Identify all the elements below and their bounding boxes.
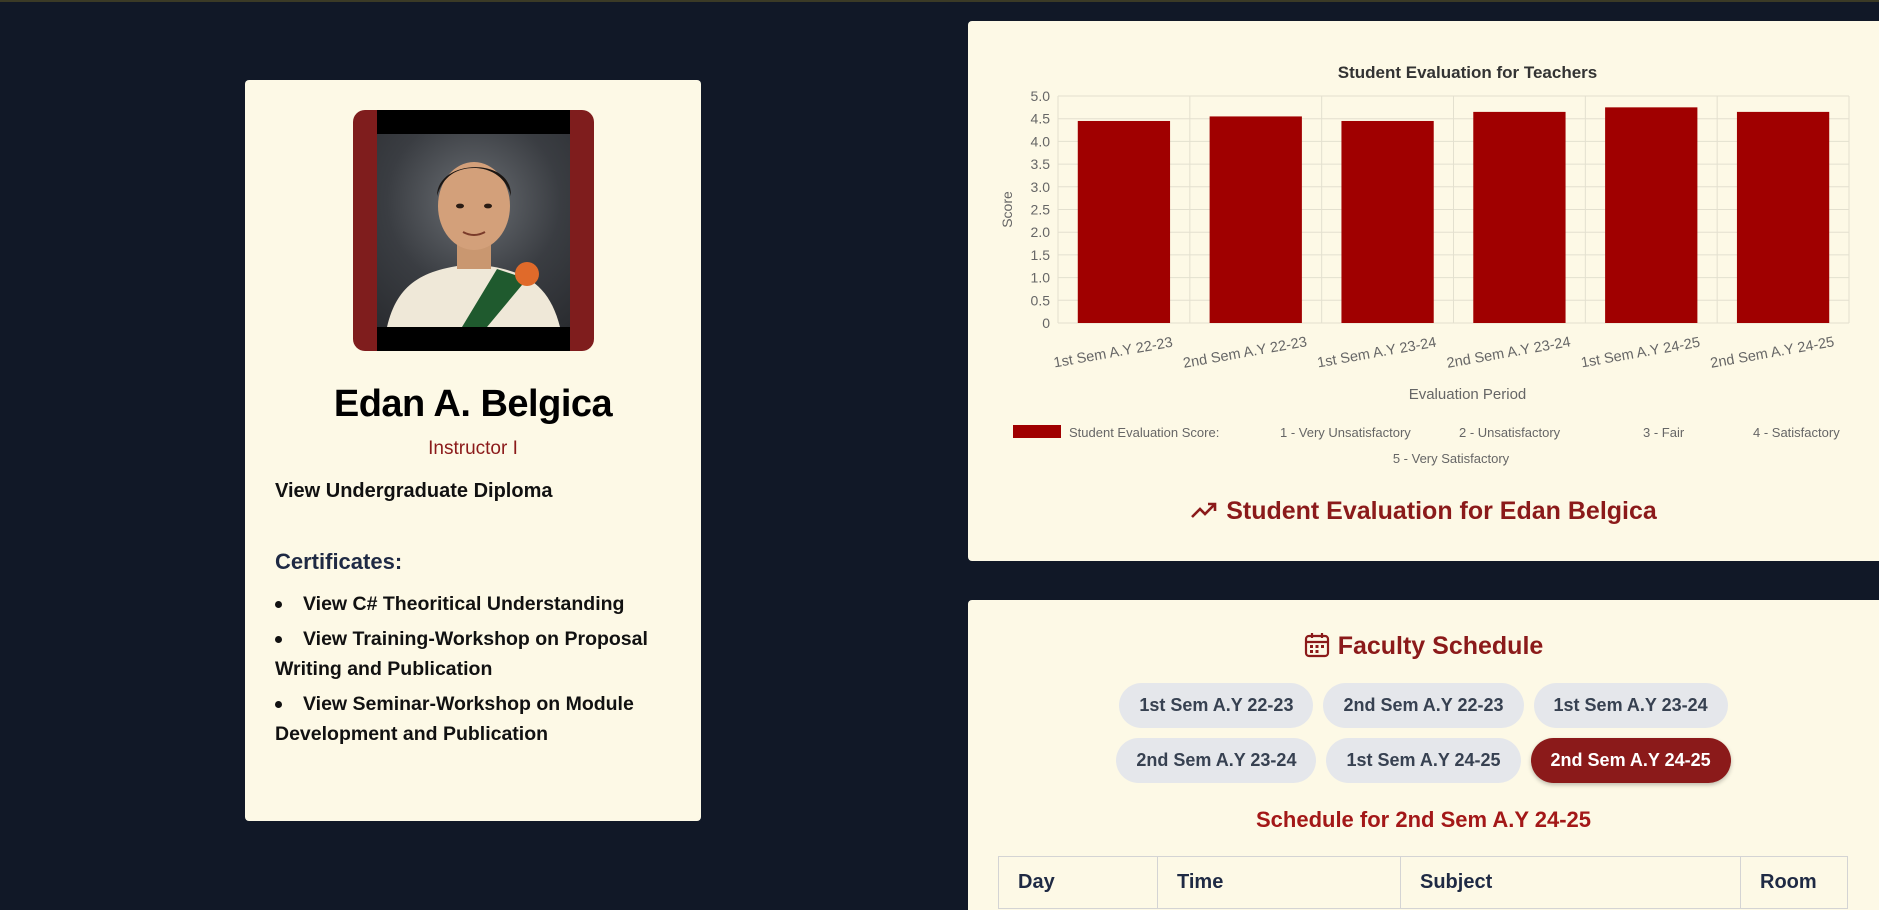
y-tick-label: 2.5 — [1031, 202, 1051, 218]
x-tick-label: 1st Sem A.Y 22-23 — [1052, 335, 1174, 372]
evaluation-card: Student Evaluation for Teachers 0 0.5 1.0 1.… — [968, 21, 1879, 561]
certificate-link[interactable]: View Seminar-Workshop on Module Developm… — [275, 689, 671, 749]
certificate-link[interactable]: View Training-Workshop on Proposal Writi… — [275, 624, 671, 684]
bullet-icon — [275, 701, 282, 708]
legend-label: Student Evaluation Score: — [1069, 425, 1219, 440]
certificates-title: Certificates: — [275, 549, 403, 574]
legend-swatch — [1013, 425, 1061, 438]
column-header-day: Day — [998, 856, 1158, 909]
column-header-time: Time — [1157, 856, 1401, 909]
y-tick-label: 3.5 — [1031, 156, 1051, 172]
chart-title: Student Evaluation for Teachers — [1338, 63, 1597, 82]
profile-card: Edan A. Belgica Instructor I View Underg… — [245, 80, 701, 821]
tab-2nd-sem-23-24[interactable]: 2nd Sem A.Y 23-24 — [1116, 738, 1317, 783]
legend-scale-item: 5 - Very Satisfactory — [1393, 451, 1510, 466]
bullet-icon — [275, 601, 282, 608]
y-tick-label: 2.0 — [1031, 224, 1051, 240]
y-tick-label: 4.5 — [1031, 111, 1051, 127]
y-tick-label: 0 — [1042, 315, 1050, 331]
column-header-subject: Subject — [1400, 856, 1741, 909]
tab-1st-sem-24-25[interactable]: 1st Sem A.Y 24-25 — [1326, 738, 1521, 783]
bar-3 — [1341, 120, 1434, 323]
schedule-subheading: Schedule for 2nd Sem A.Y 24-25 — [1255, 807, 1591, 832]
legend-scale-item: 2 - Unsatisfactory — [1459, 425, 1561, 440]
bar-2 — [1209, 116, 1302, 324]
evaluation-heading: Student Evaluation for Edan Belgica — [968, 497, 1879, 527]
x-tick-label: 2nd Sem A.Y 24-25 — [1709, 334, 1835, 372]
bar-6 — [1736, 111, 1830, 323]
evaluation-chart: Student Evaluation for Teachers 0 0.5 1.0 1.… — [999, 63, 1850, 466]
x-tick-label: 1st Sem A.Y 23-24 — [1316, 335, 1438, 372]
bar-1 — [1077, 120, 1171, 323]
x-axis-title: Evaluation Period — [1409, 386, 1527, 403]
legend-scale-item: 4 - Satisfactory — [1753, 425, 1840, 440]
tab-1st-sem-22-23[interactable]: 1st Sem A.Y 22-23 — [1119, 683, 1314, 728]
profile-name: Edan A. Belgica — [333, 383, 613, 425]
schedule-card: Faculty Schedule 1st Sem A.Y 22-23 2nd S… — [968, 600, 1879, 910]
y-tick-label: 3.0 — [1031, 179, 1051, 195]
tab-2nd-sem-22-23[interactable]: 2nd Sem A.Y 22-23 — [1323, 683, 1524, 728]
legend-scale-item: 1 - Very Unsatisfactory — [1280, 425, 1411, 440]
tab-2nd-sem-24-25[interactable]: 2nd Sem A.Y 24-25 — [1530, 738, 1731, 783]
column-header-room: Room — [1740, 856, 1848, 909]
bar-4 — [1473, 111, 1566, 323]
x-tick-label: 2nd Sem A.Y 22-23 — [1182, 334, 1308, 372]
y-tick-label: 5.0 — [1031, 88, 1051, 104]
table-header-row: Day Time Subject Room — [998, 856, 1848, 909]
y-axis-title: Score — [999, 191, 1015, 228]
y-tick-label: 0.5 — [1031, 292, 1051, 308]
profile-role: Instructor I — [428, 438, 518, 459]
certificate-link[interactable]: View C# Theoritical Understanding — [275, 589, 671, 619]
semester-tabs: 1st Sem A.Y 22-23 2nd Sem A.Y 22-23 1st … — [1018, 683, 1829, 783]
x-tick-label: 1st Sem A.Y 24-25 — [1580, 335, 1702, 372]
profile-photo-frame — [352, 110, 594, 351]
certificates-list: View C# Theoritical Understanding View T… — [275, 589, 671, 749]
bar-5 — [1605, 107, 1698, 323]
calendar-icon — [1304, 632, 1330, 665]
trending-up-icon — [1190, 498, 1218, 527]
bullet-icon — [275, 636, 282, 643]
y-tick-label: 4.0 — [1031, 133, 1051, 149]
schedule-heading: Faculty Schedule — [968, 632, 1879, 665]
y-tick-label: 1.5 — [1031, 247, 1051, 263]
schedule-table: Day Time Subject Room — [998, 856, 1848, 909]
view-diploma-link[interactable]: View Undergraduate Diploma — [275, 480, 671, 503]
profile-photo — [376, 134, 570, 327]
x-tick-label: 2nd Sem A.Y 23-24 — [1446, 334, 1572, 372]
legend-scale-item: 3 - Fair — [1643, 425, 1685, 440]
tab-1st-sem-23-24[interactable]: 1st Sem A.Y 23-24 — [1533, 683, 1728, 728]
y-tick-label: 1.0 — [1031, 270, 1051, 286]
